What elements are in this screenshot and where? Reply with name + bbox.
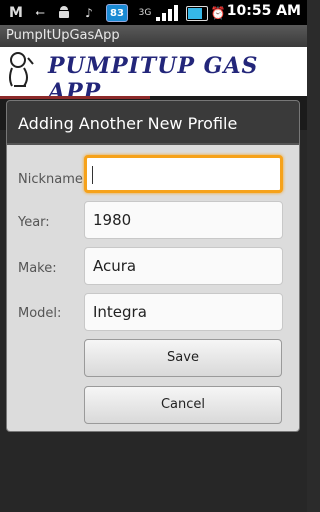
- status-clock: 10:55 AM: [226, 3, 301, 19]
- model-input[interactable]: Integra: [84, 293, 283, 331]
- signal-strength-icon: [156, 5, 180, 21]
- gas-pump-mascot-icon: [9, 52, 34, 87]
- save-button[interactable]: Save: [84, 339, 282, 377]
- battery-icon: [186, 6, 208, 21]
- model-label: Model:: [18, 306, 62, 321]
- notification-count-badge: 83: [106, 4, 128, 22]
- year-input[interactable]: 1980: [84, 201, 283, 239]
- add-profile-dialog: Adding Another New Profile Nickname: Yea…: [6, 100, 300, 432]
- music-icon: ♪: [85, 5, 93, 20]
- status-bar: M ⭠ ♪ 83 3G ⏰ 10:55 AM: [0, 0, 307, 25]
- year-label: Year:: [18, 215, 50, 230]
- usb-icon: ⭠: [35, 5, 45, 19]
- make-label: Make:: [18, 261, 57, 276]
- cancel-button[interactable]: Cancel: [84, 386, 282, 424]
- alarm-icon: ⏰: [210, 5, 226, 20]
- app-banner: PUMPITUP GAS APP: [0, 47, 307, 105]
- app-title-bar: PumpItUpGasApp: [0, 25, 307, 47]
- background-accent: [0, 96, 150, 99]
- network-type-label: 3G: [138, 7, 152, 18]
- android-icon: [56, 4, 72, 21]
- nickname-label: Nickname:: [18, 172, 88, 187]
- dialog-title: Adding Another New Profile: [18, 114, 238, 133]
- app-title: PumpItUpGasApp: [6, 28, 120, 43]
- dialog-body: Nickname: Year: 1980 Make: Acura Model: …: [7, 145, 299, 431]
- gmail-icon: M: [9, 4, 23, 21]
- make-input[interactable]: Acura: [84, 247, 283, 285]
- text-cursor: [92, 165, 93, 184]
- nickname-input[interactable]: [84, 155, 283, 193]
